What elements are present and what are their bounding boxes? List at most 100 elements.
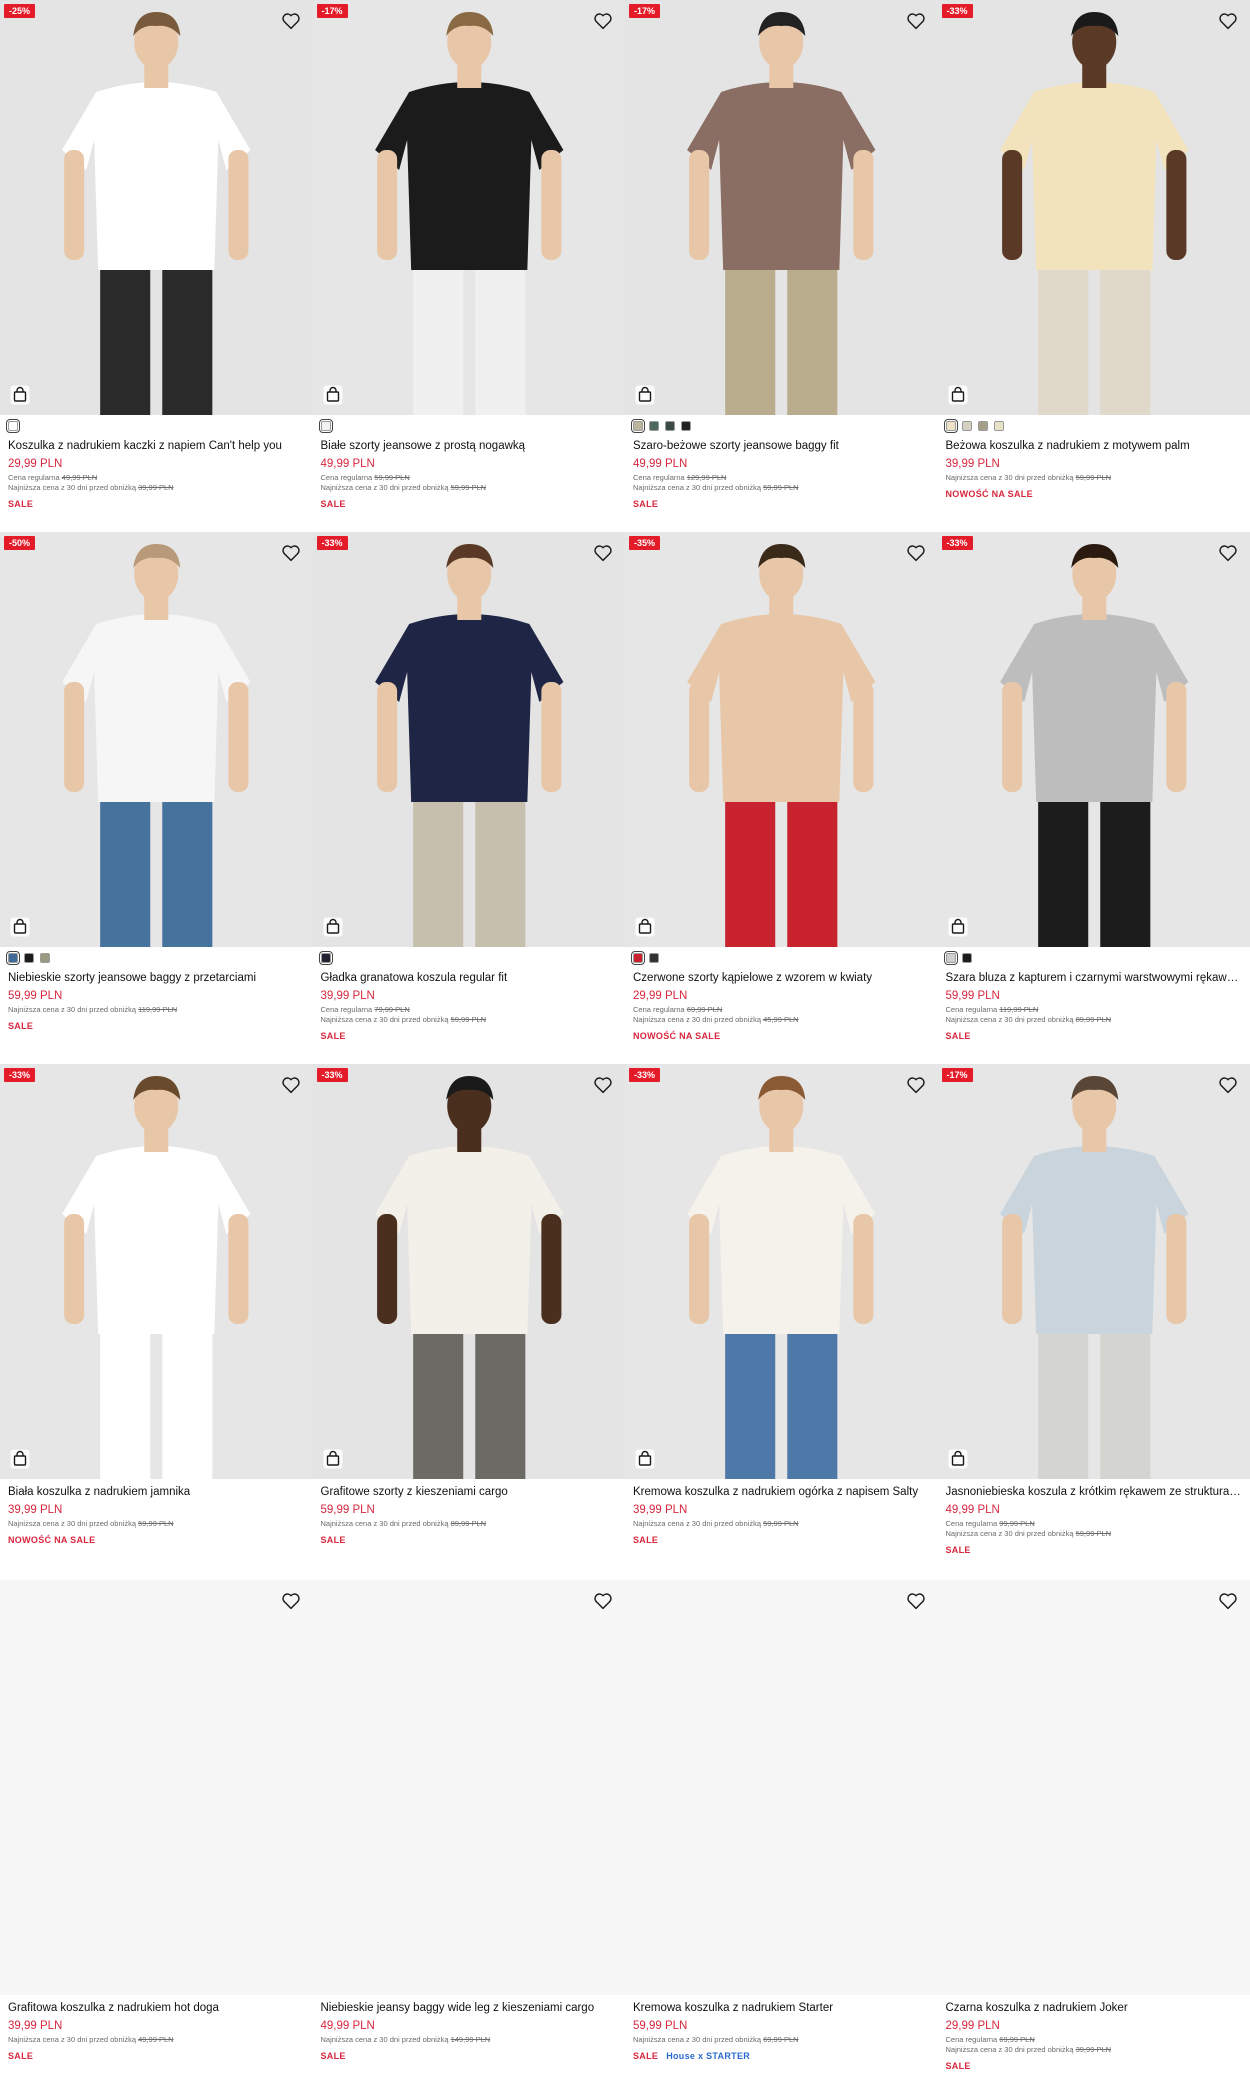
product-card[interactable]: Grafitowa koszulka z nadrukiem hot doga 3… xyxy=(0,1580,313,2092)
product-name[interactable]: Beżowa koszulka z nadrukiem z motywem pa… xyxy=(946,439,1243,453)
product-image[interactable]: -25% xyxy=(0,0,313,415)
color-swatch[interactable] xyxy=(318,951,333,965)
heart-icon[interactable] xyxy=(906,1076,926,1094)
shopping-bag-icon[interactable] xyxy=(948,1449,968,1469)
product-image[interactable] xyxy=(312,1580,625,1995)
heart-icon[interactable] xyxy=(906,12,926,30)
product-card[interactable]: -17% Białe szorty jeansowe z prostą nogaw… xyxy=(312,0,625,532)
color-swatch[interactable] xyxy=(993,421,1004,431)
color-swatch[interactable] xyxy=(943,951,958,965)
product-name[interactable]: Grafitowe szorty z kieszeniami cargo xyxy=(321,1485,618,1499)
product-card[interactable]: -17% Szaro-beżowe szorty jeansowe baggy f… xyxy=(625,0,938,532)
product-card[interactable]: -33% Grafitowe szorty z kieszeniami cargo… xyxy=(312,1064,625,1580)
color-swatch[interactable] xyxy=(40,953,50,963)
shopping-bag-icon[interactable] xyxy=(323,1449,343,1469)
product-name[interactable]: Koszulka z nadrukiem kaczki z napiem Can… xyxy=(8,439,305,453)
color-swatch[interactable] xyxy=(977,421,988,431)
product-name[interactable]: Jasnoniebieska koszula z krótkim rękawem… xyxy=(946,1485,1243,1499)
product-image[interactable]: -33% xyxy=(937,0,1250,415)
heart-icon[interactable] xyxy=(906,1592,926,1610)
product-card[interactable]: -17% Jasnoniebieska koszula z krótkim ręk… xyxy=(937,1064,1250,1580)
heart-icon[interactable] xyxy=(281,1076,301,1094)
product-name[interactable]: Niebieskie jeansy baggy wide leg z kiesz… xyxy=(321,2001,618,2015)
shopping-bag-icon[interactable] xyxy=(948,385,968,405)
shopping-bag-icon[interactable] xyxy=(323,385,343,405)
product-image[interactable]: -17% xyxy=(937,1064,1250,1479)
product-info: Biała koszulka z nadrukiem jamnika 39,99 … xyxy=(0,1479,313,1545)
product-name[interactable]: Niebieskie szorty jeansowe baggy z przet… xyxy=(8,971,305,985)
product-image[interactable] xyxy=(0,1580,313,1995)
heart-icon[interactable] xyxy=(1218,544,1238,562)
product-image[interactable] xyxy=(937,1580,1250,1995)
heart-icon[interactable] xyxy=(1218,12,1238,30)
product-card[interactable]: -33% Biała koszulka z nadrukiem jamnika 39… xyxy=(0,1064,313,1580)
product-image[interactable]: -33% xyxy=(625,1064,938,1479)
product-name[interactable]: Biała koszulka z nadrukiem jamnika xyxy=(8,1485,305,1499)
product-image[interactable]: -17% xyxy=(312,0,625,415)
color-swatch[interactable] xyxy=(24,953,34,963)
product-card[interactable]: -33% Beżowa koszulka z nadrukiem z motywe… xyxy=(937,0,1250,532)
product-card[interactable]: -33% Gładka granatowa koszula regular fit… xyxy=(312,532,625,1064)
product-name[interactable]: Białe szorty jeansowe z prostą nogawką xyxy=(321,439,618,453)
heart-icon[interactable] xyxy=(281,544,301,562)
product-name[interactable]: Gładka granatowa koszula regular fit xyxy=(321,971,618,985)
product-card[interactable]: -33% Kremowa koszulka z nadrukiem ogórka … xyxy=(625,1064,938,1580)
product-name[interactable]: Szaro-beżowe szorty jeansowe baggy fit xyxy=(633,439,930,453)
product-name[interactable]: Czerwone szorty kąpielowe z wzorem w kwi… xyxy=(633,971,930,985)
product-image[interactable]: -17% xyxy=(625,0,938,415)
shopping-bag-icon[interactable] xyxy=(10,917,30,937)
color-swatch[interactable] xyxy=(318,419,333,433)
color-swatch[interactable] xyxy=(6,419,20,433)
heart-icon[interactable] xyxy=(906,544,926,562)
heart-icon[interactable] xyxy=(281,1592,301,1610)
shopping-bag-icon[interactable] xyxy=(635,385,655,405)
lowest-price-line: Najniższa cena z 30 dni przed obniżką 39… xyxy=(8,483,305,493)
product-name[interactable]: Grafitowa koszulka z nadrukiem hot doga xyxy=(8,2001,305,2015)
product-name[interactable]: Czarna koszulka z nadrukiem Joker xyxy=(946,2001,1243,2015)
product-image[interactable]: -33% xyxy=(312,1064,625,1479)
product-card[interactable]: -35% Czerwone szorty kąpielowe z wzorem w… xyxy=(625,532,938,1064)
shopping-bag-icon[interactable] xyxy=(10,1449,30,1469)
product-card[interactable]: -50% Niebieskie szorty jeansowe baggy z p… xyxy=(0,532,313,1064)
heart-icon[interactable] xyxy=(593,12,613,30)
product-name[interactable]: Szara bluza z kapturem i czarnymi warstw… xyxy=(946,971,1243,985)
color-swatch[interactable] xyxy=(961,421,972,431)
color-swatch[interactable] xyxy=(681,421,691,431)
shopping-bag-icon[interactable] xyxy=(635,917,655,937)
color-swatch[interactable] xyxy=(6,951,20,965)
shopping-bag-icon[interactable] xyxy=(635,1449,655,1469)
product-name[interactable]: Kremowa koszulka z nadrukiem ogórka z na… xyxy=(633,1485,930,1499)
shopping-bag-icon[interactable] xyxy=(10,385,30,405)
product-image[interactable]: -33% xyxy=(312,532,625,947)
color-swatch[interactable] xyxy=(631,951,645,965)
product-card[interactable]: Niebieskie jeansy baggy wide leg z kiesz… xyxy=(312,1580,625,2092)
product-name[interactable]: Kremowa koszulka z nadrukiem Starter xyxy=(633,2001,930,2015)
product-image[interactable] xyxy=(625,1580,938,1995)
shopping-bag-icon[interactable] xyxy=(323,917,343,937)
product-image[interactable]: -33% xyxy=(937,532,1250,947)
heart-icon[interactable] xyxy=(281,12,301,30)
shopping-bag-icon[interactable] xyxy=(948,917,968,937)
product-image[interactable]: -35% xyxy=(625,532,938,947)
product-image[interactable]: -50% xyxy=(0,532,313,947)
color-swatch[interactable] xyxy=(943,419,958,433)
model-arm-right xyxy=(228,150,249,260)
model-arm-left xyxy=(64,150,85,260)
product-card[interactable]: -33% Szara bluza z kapturem i czarnymi wa… xyxy=(937,532,1250,1064)
collab-tag[interactable]: House x STARTER xyxy=(666,2051,750,2061)
heart-icon[interactable] xyxy=(1218,1592,1238,1610)
product-card[interactable]: -25% Koszulka z nadrukiem kaczki z napiem… xyxy=(0,0,313,532)
color-swatch[interactable] xyxy=(631,419,645,433)
color-swatch[interactable] xyxy=(961,953,972,963)
color-swatch[interactable] xyxy=(649,421,659,431)
color-swatch[interactable] xyxy=(649,953,659,963)
heart-icon[interactable] xyxy=(593,544,613,562)
product-card[interactable]: Kremowa koszulka z nadrukiem Starter 59,9… xyxy=(625,1580,938,2092)
heart-icon[interactable] xyxy=(593,1076,613,1094)
heart-icon[interactable] xyxy=(593,1592,613,1610)
product-image[interactable]: -33% xyxy=(0,1064,313,1479)
product-card[interactable]: Czarna koszulka z nadrukiem Joker 29,99 P… xyxy=(937,1580,1250,2092)
model-arm-right xyxy=(1165,1214,1186,1324)
heart-icon[interactable] xyxy=(1218,1076,1238,1094)
color-swatch[interactable] xyxy=(665,421,675,431)
